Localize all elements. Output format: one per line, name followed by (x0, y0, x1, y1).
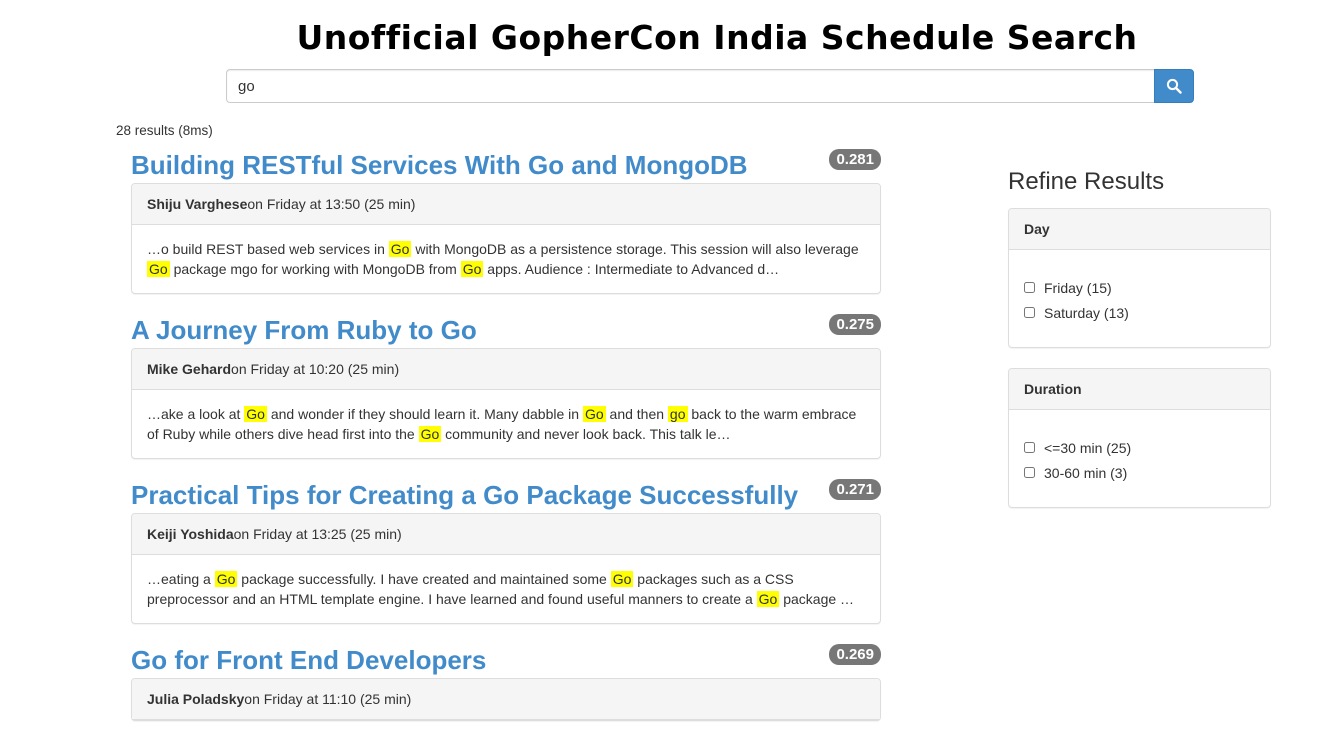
result-item: Go for Front End Developers 0.269 Julia Po… (131, 642, 881, 721)
search-bar (226, 69, 1194, 103)
result-panel: Keiji Yoshida on Friday at 13:25 (25 min… (131, 513, 881, 624)
facet-panel: Day Friday (15) Saturday (13) (1008, 208, 1271, 348)
highlighted-term: Go (147, 261, 170, 277)
refine-sidebar: Refine Results Day Friday (15) Saturday (1… (1008, 165, 1271, 528)
result-meta: Keiji Yoshida on Friday at 13:25 (25 min… (132, 514, 880, 555)
session-time: on Friday at 13:25 (25 min) (233, 526, 402, 542)
highlighted-term: Go (214, 571, 238, 587)
facet-option-label: Saturday (13) (1044, 304, 1129, 321)
score-badge: 0.281 (829, 149, 881, 170)
facet-list: Day Friday (15) Saturday (13) Duration <=30 … (1008, 208, 1271, 508)
facet-option[interactable]: Saturday (13) (1024, 300, 1255, 325)
facet-checkbox[interactable] (1024, 282, 1035, 293)
highlighted-term: go (667, 406, 688, 422)
result-title-link[interactable]: Go for Front End Developers (131, 642, 881, 678)
session-time: on Friday at 11:10 (25 min) (244, 691, 412, 707)
snippet-text: with MongoDB as a persistence storage. T… (411, 241, 859, 257)
result-snippet: …eating a Go package successfully. I hav… (132, 555, 880, 623)
highlighted-term: Go (388, 241, 412, 257)
highlighted-term: Go (460, 261, 484, 277)
result-panel: Julia Poladsky on Friday at 11:10 (25 mi… (131, 678, 881, 721)
session-time: on Friday at 13:50 (25 min) (247, 196, 416, 212)
result-panel: Shiju Varghese on Friday at 13:50 (25 mi… (131, 183, 881, 294)
facet-checkbox[interactable] (1024, 307, 1035, 318)
facet-option[interactable]: Friday (15) (1024, 275, 1255, 300)
facet-option-label: <=30 min (25) (1044, 439, 1132, 456)
facet-checkbox[interactable] (1024, 467, 1035, 478)
result-snippet: …o build REST based web services in Go w… (132, 225, 880, 293)
facet-option-label: 30-60 min (3) (1044, 464, 1128, 481)
result-meta: Mike Gehard on Friday at 10:20 (25 min) (132, 349, 880, 390)
snippet-text: apps. Audience : Intermediate to Advance… (483, 261, 780, 277)
facet-options: <=30 min (25) 30-60 min (3) (1009, 410, 1270, 507)
snippet-text: package mgo for working with MongoDB fro… (169, 261, 461, 277)
snippet-text: …eating a (147, 571, 215, 587)
speaker-name: Shiju Varghese (147, 196, 248, 212)
snippet-text: package … (779, 591, 855, 607)
highlighted-term: Go (756, 591, 780, 607)
results-list: Building RESTful Services With Go and Mo… (131, 147, 881, 739)
snippet-text: and then (605, 406, 668, 422)
result-item: Practical Tips for Creating a Go Package… (131, 477, 881, 624)
result-meta: Julia Poladsky on Friday at 11:10 (25 mi… (132, 679, 880, 720)
snippet-text: …o build REST based web services in (147, 241, 389, 257)
score-badge: 0.275 (829, 314, 881, 335)
snippet-text: …ake a look at (147, 406, 245, 422)
score-badge: 0.271 (829, 479, 881, 500)
results-count: 28 results (8ms) (116, 123, 213, 138)
score-badge: 0.269 (829, 644, 881, 665)
session-time: on Friday at 10:20 (25 min) (231, 361, 400, 377)
speaker-name: Mike Gehard (147, 361, 232, 377)
highlighted-term: Go (418, 426, 442, 442)
facet-option[interactable]: <=30 min (25) (1024, 435, 1255, 460)
search-button[interactable] (1154, 69, 1194, 103)
snippet-text: package successfully. I have created and… (237, 571, 611, 587)
facet-panel: Duration <=30 min (25) 30-60 min (3) (1008, 368, 1271, 508)
result-title-link[interactable]: Building RESTful Services With Go and Mo… (131, 147, 881, 183)
page-title: Unofficial GopherCon India Schedule Sear… (296, 18, 1138, 57)
result-snippet: …ake a look at Go and wonder if they sho… (132, 390, 880, 458)
snippet-text: and wonder if they should learn it. Many… (266, 406, 583, 422)
highlighted-term: Go (244, 406, 267, 422)
facet-checkbox[interactable] (1024, 442, 1035, 453)
speaker-name: Keiji Yoshida (147, 526, 234, 542)
result-item: Building RESTful Services With Go and Mo… (131, 147, 881, 294)
refine-title: Refine Results (1008, 168, 1165, 195)
facet-option-label: Friday (15) (1044, 279, 1112, 296)
highlighted-term: Go (610, 571, 634, 587)
search-input[interactable] (226, 69, 1154, 103)
search-icon (1166, 78, 1182, 94)
facet-heading: Duration (1009, 369, 1270, 410)
speaker-name: Julia Poladsky (147, 691, 245, 707)
result-meta: Shiju Varghese on Friday at 13:50 (25 mi… (132, 184, 880, 225)
snippet-text: community and never look back. This talk… (441, 426, 731, 442)
result-title-link[interactable]: Practical Tips for Creating a Go Package… (131, 477, 881, 513)
result-panel: Mike Gehard on Friday at 10:20 (25 min)…… (131, 348, 881, 459)
result-item: A Journey From Ruby to Go 0.275 Mike Gehar… (131, 312, 881, 459)
facet-option[interactable]: 30-60 min (3) (1024, 460, 1255, 485)
facet-heading: Day (1009, 209, 1270, 250)
facet-options: Friday (15) Saturday (13) (1009, 250, 1270, 347)
highlighted-term: Go (582, 406, 606, 422)
result-title-link[interactable]: A Journey From Ruby to Go (131, 312, 881, 348)
